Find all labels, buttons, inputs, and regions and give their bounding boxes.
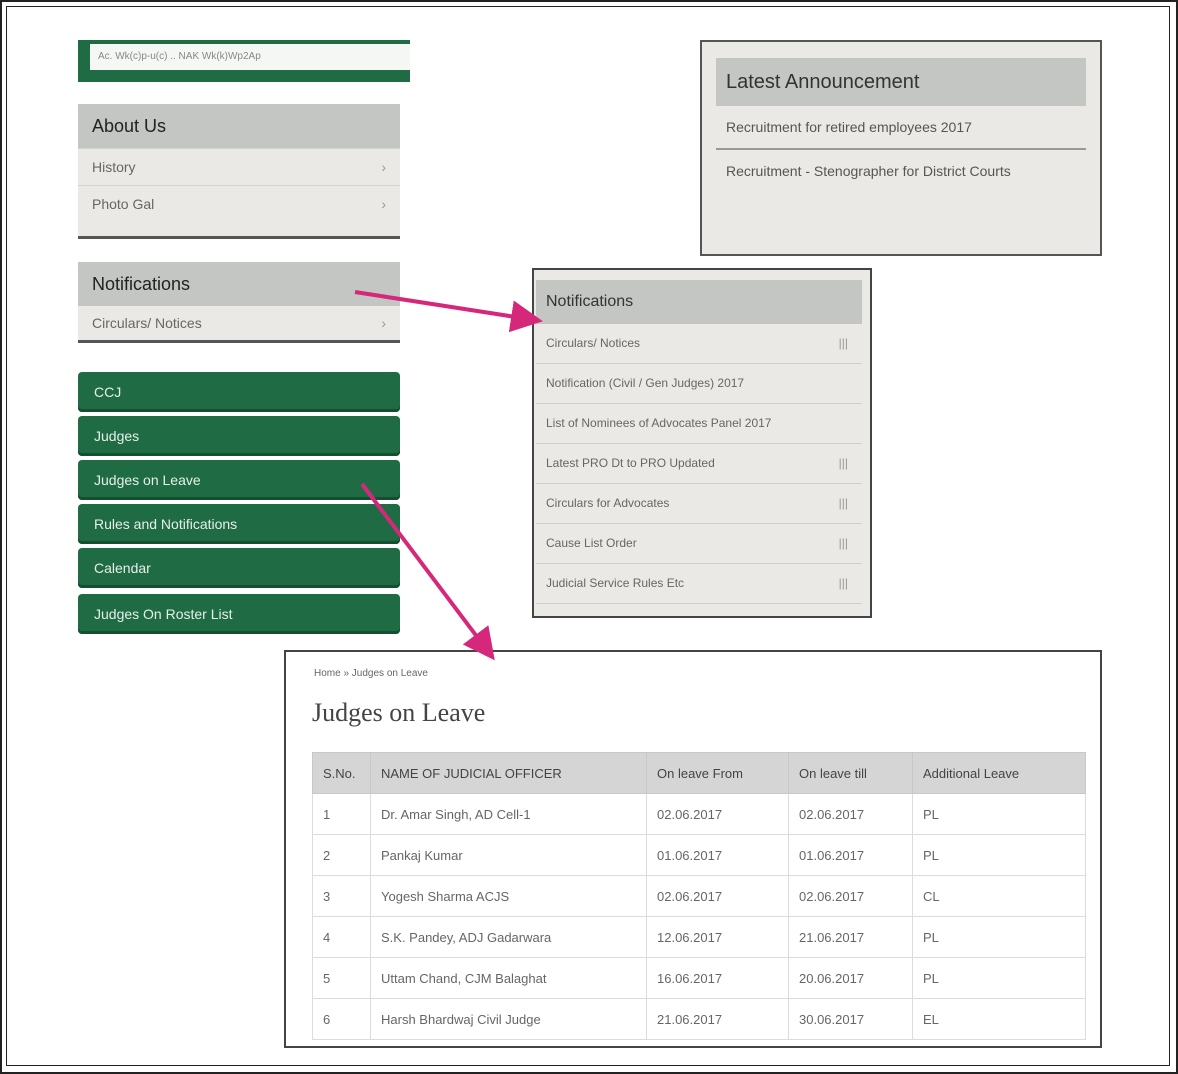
arrow-to-judges-on-leave [360,482,495,661]
annotation-arrows [354,290,543,661]
arrow-to-notifications [354,290,543,333]
